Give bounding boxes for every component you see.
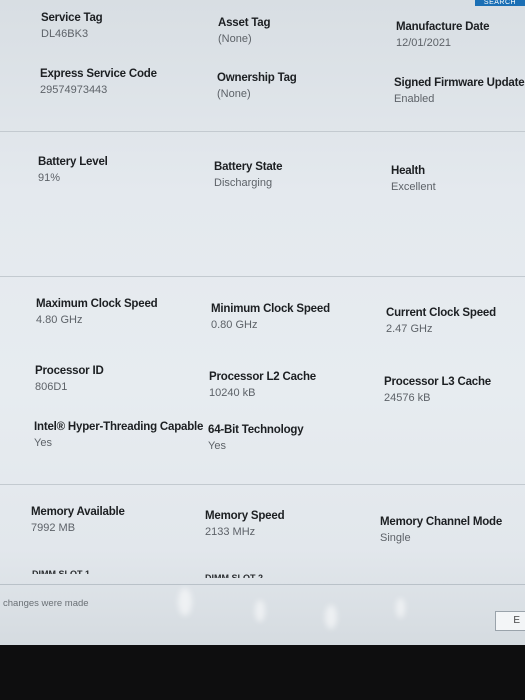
current-clock-speed-field: Current Clock Speed 2.47 GHz: [386, 307, 525, 335]
manufacture-date-value: 12/01/2021: [396, 37, 452, 49]
min-clock-speed-field: Minimum Clock Speed 0.80 GHz: [211, 303, 371, 331]
signed-firmware-update-label: Signed Firmware Update: [394, 77, 525, 89]
64bit-technology-field: 64-Bit Technology Yes: [208, 424, 368, 452]
manufacture-date-label: Manufacture Date: [396, 21, 490, 33]
glare-reflection: [178, 588, 192, 616]
current-clock-speed-value: 2.47 GHz: [386, 323, 433, 335]
64bit-technology-value: Yes: [208, 440, 226, 452]
battery-state-label: Battery State: [214, 161, 283, 173]
ownership-tag-label: Ownership Tag: [217, 72, 297, 84]
max-clock-speed-field: Maximum Clock Speed 4.80 GHz: [36, 298, 196, 326]
processor-l2-cache-field: Processor L2 Cache 10240 kB: [209, 371, 369, 399]
64bit-technology-label: 64-Bit Technology: [208, 424, 304, 436]
asset-tag-field: Asset Tag (None): [218, 17, 378, 45]
max-clock-speed-label: Maximum Clock Speed: [36, 298, 158, 310]
service-tag-value: DL46BK3: [41, 28, 89, 40]
section-divider: [0, 131, 525, 132]
dimm-slot-1-label: DIMM SLOT 1: [32, 569, 90, 574]
glare-reflection: [396, 598, 405, 618]
battery-state-field: Battery State Discharging: [214, 161, 374, 189]
memory-available-field: Memory Available 7992 MB: [31, 506, 191, 534]
memory-speed-value: 2133 MHz: [205, 526, 256, 538]
dimm-slot-2-label: DIMM SLOT 2: [205, 573, 263, 578]
current-clock-speed-label: Current Clock Speed: [386, 307, 496, 319]
battery-health-label: Health: [391, 165, 425, 177]
glare-reflection: [325, 605, 337, 629]
memory-channel-mode-label: Memory Channel Mode: [380, 516, 503, 528]
search-button[interactable]: SEARCH: [475, 0, 525, 6]
min-clock-speed-label: Minimum Clock Speed: [211, 303, 330, 315]
processor-l3-cache-value: 24576 kB: [384, 392, 431, 404]
asset-tag-label: Asset Tag: [218, 17, 271, 29]
battery-level-value: 91%: [38, 172, 61, 184]
hyper-threading-field: Intel® Hyper-Threading Capable Yes: [34, 421, 204, 449]
battery-level-label: Battery Level: [38, 156, 108, 168]
battery-health-value: Excellent: [391, 181, 436, 193]
min-clock-speed-value: 0.80 GHz: [211, 319, 258, 331]
bios-screen: SEARCH Service Tag DL46BK3 Asset Tag (No…: [0, 0, 525, 645]
battery-state-value: Discharging: [214, 177, 273, 189]
service-tag-label: Service Tag: [41, 12, 103, 24]
memory-available-value: 7992 MB: [31, 522, 76, 534]
section-divider: [0, 276, 525, 277]
processor-id-value: 806D1: [35, 381, 68, 393]
battery-level-field: Battery Level 91%: [38, 156, 198, 184]
processor-id-field: Processor ID 806D1: [35, 365, 195, 393]
memory-speed-field: Memory Speed 2133 MHz: [205, 510, 365, 538]
processor-l3-cache-field: Processor L3 Cache 24576 kB: [384, 376, 525, 404]
processor-l2-cache-label: Processor L2 Cache: [209, 371, 316, 383]
battery-health-field: Health Excellent: [391, 165, 525, 193]
memory-channel-mode-value: Single: [380, 532, 411, 544]
signed-firmware-update-value: Enabled: [394, 93, 435, 105]
manufacture-date-field: Manufacture Date 12/01/2021: [396, 21, 525, 49]
service-tag-field: Service Tag DL46BK3: [41, 12, 201, 40]
max-clock-speed-value: 4.80 GHz: [36, 314, 83, 326]
processor-l3-cache-label: Processor L3 Cache: [384, 376, 491, 388]
ownership-tag-value: (None): [217, 88, 251, 100]
memory-available-label: Memory Available: [31, 506, 125, 518]
asset-tag-value: (None): [218, 33, 252, 45]
monitor-bezel: [0, 645, 525, 700]
memory-speed-label: Memory Speed: [205, 510, 285, 522]
footer-divider: [0, 584, 525, 585]
footer-button[interactable]: E: [495, 611, 525, 631]
memory-channel-mode-field: Memory Channel Mode Single: [380, 516, 525, 544]
section-divider: [0, 484, 525, 485]
hyper-threading-value: Yes: [34, 437, 52, 449]
changes-status-text: changes were made: [3, 598, 89, 609]
signed-firmware-update-field: Signed Firmware Update Enabled: [394, 77, 525, 105]
glare-reflection: [255, 600, 265, 622]
express-service-code-label: Express Service Code: [40, 68, 157, 80]
processor-l2-cache-value: 10240 kB: [209, 387, 256, 399]
express-service-code-value: 29574973443: [40, 84, 108, 96]
hyper-threading-label: Intel® Hyper-Threading Capable: [34, 421, 204, 433]
express-service-code-field: Express Service Code 29574973443: [40, 68, 200, 96]
ownership-tag-field: Ownership Tag (None): [217, 72, 377, 100]
processor-id-label: Processor ID: [35, 365, 104, 377]
